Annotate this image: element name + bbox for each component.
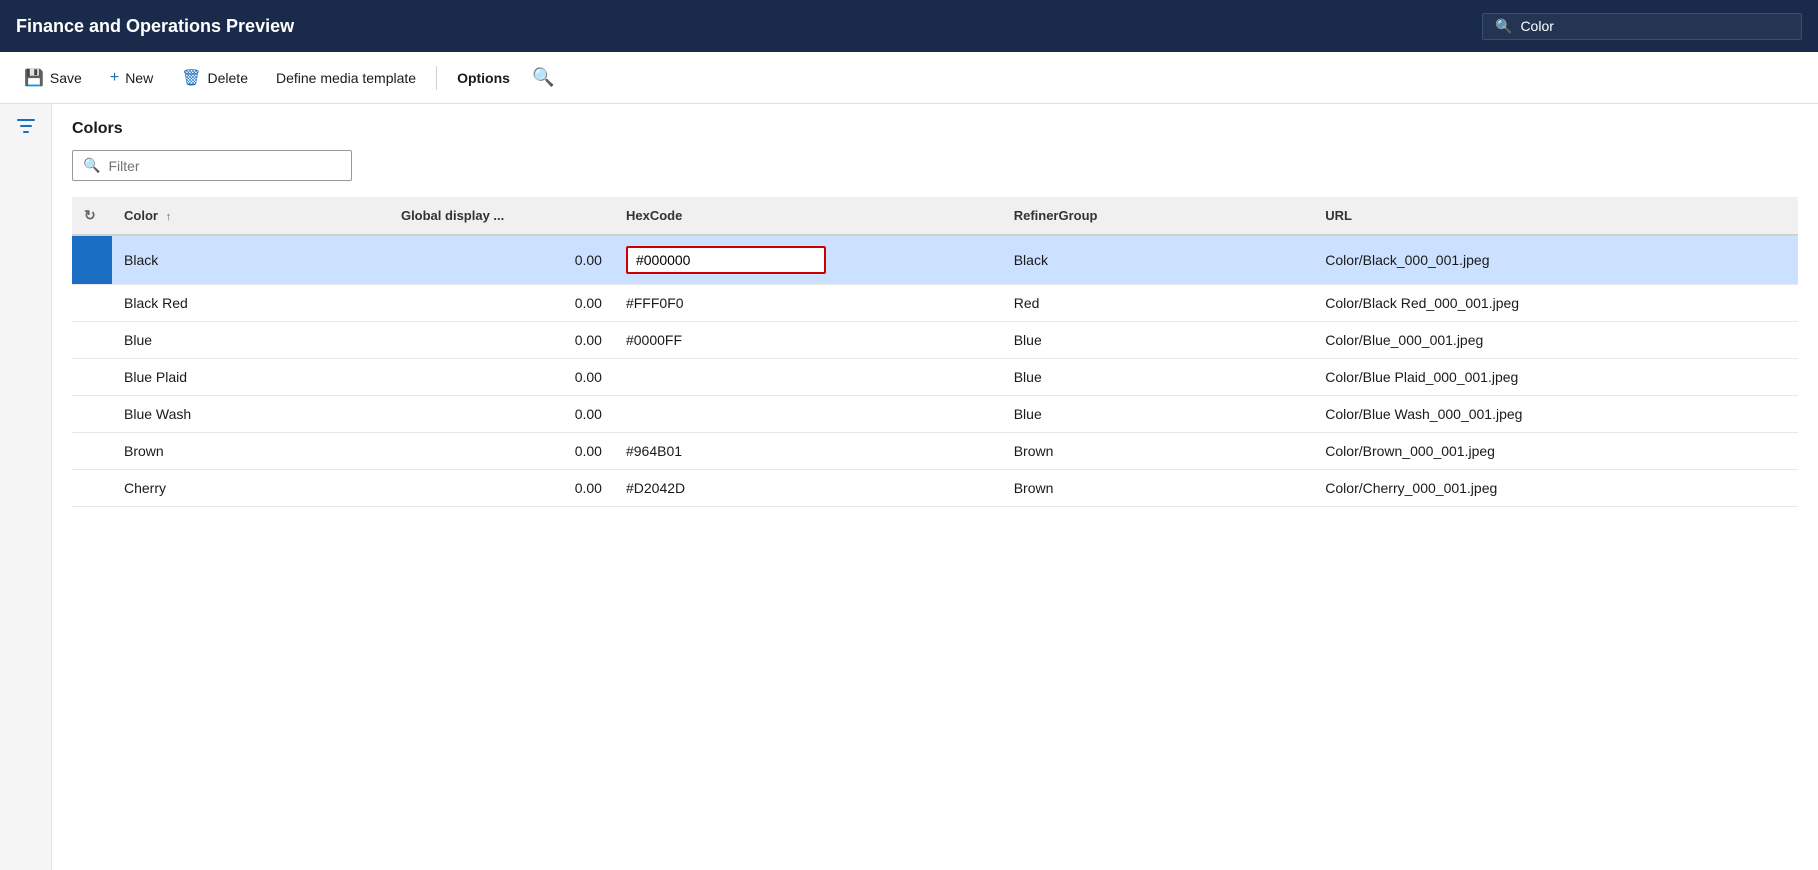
th-color-label: Color <box>124 208 158 223</box>
cell-color: Blue Plaid <box>112 359 389 396</box>
cell-url: Color/Blue_000_001.jpeg <box>1313 322 1798 359</box>
table-row[interactable]: Black Red0.00#FFF0F0RedColor/Black Red_0… <box>72 285 1798 322</box>
filter-icon[interactable] <box>16 116 36 142</box>
row-indicator <box>72 433 112 470</box>
th-color[interactable]: Color ↑ <box>112 197 389 235</box>
cell-url: Color/Brown_000_001.jpeg <box>1313 433 1798 470</box>
cell-refiner: Blue <box>1002 359 1314 396</box>
cell-global: 0.00 <box>389 285 614 322</box>
app-title: Finance and Operations Preview <box>16 16 294 37</box>
global-search-input[interactable] <box>1520 18 1789 34</box>
table-row[interactable]: Brown0.00#964B01BrownColor/Brown_000_001… <box>72 433 1798 470</box>
table-row[interactable]: Black0.00BlackColor/Black_000_001.jpeg <box>72 235 1798 285</box>
th-url-label: URL <box>1325 208 1352 223</box>
delete-button[interactable]: 🗑 Delete <box>169 62 260 94</box>
cell-global: 0.00 <box>389 433 614 470</box>
cell-url: Color/Black Red_000_001.jpeg <box>1313 285 1798 322</box>
cell-hexcode: #0000FF <box>614 322 1002 359</box>
row-indicator <box>72 470 112 507</box>
plus-icon: + <box>110 69 119 87</box>
cell-global: 0.00 <box>389 359 614 396</box>
table-row[interactable]: Blue Plaid0.00 BlueColor/Blue Plaid_000_0… <box>72 359 1798 396</box>
cell-hexcode: #964B01 <box>614 433 1002 470</box>
cell-color: Brown <box>112 433 389 470</box>
delete-icon: 🗑 <box>181 68 201 88</box>
cell-color: Blue <box>112 322 389 359</box>
cell-hexcode <box>614 359 1002 396</box>
cell-global: 0.00 <box>389 235 614 285</box>
search-icon: 🔍 <box>1495 18 1512 35</box>
options-label: Options <box>457 70 510 86</box>
th-hexcode-label: HexCode <box>626 208 682 223</box>
cell-global: 0.00 <box>389 396 614 433</box>
colors-table: ↻ Color ↑ Global display ... HexCode Ref… <box>72 197 1798 507</box>
cell-color: Black <box>112 235 389 285</box>
cell-hexcode <box>614 396 1002 433</box>
cell-color: Blue Wash <box>112 396 389 433</box>
th-refiner: RefinerGroup <box>1002 197 1314 235</box>
table-row[interactable]: Blue Wash0.00 BlueColor/Blue Wash_000_001… <box>72 396 1798 433</box>
th-url: URL <box>1313 197 1798 235</box>
cell-global: 0.00 <box>389 322 614 359</box>
refresh-icon[interactable]: ↻ <box>84 207 96 223</box>
new-button[interactable]: + New <box>98 63 165 93</box>
save-label: Save <box>50 70 82 86</box>
row-indicator <box>72 359 112 396</box>
filter-search-icon: 🔍 <box>83 157 100 174</box>
save-button[interactable]: 💾 Save <box>12 62 94 94</box>
section-title: Colors <box>72 120 1798 138</box>
save-icon: 💾 <box>24 68 44 88</box>
th-refresh[interactable]: ↻ <box>72 197 112 235</box>
delete-label: Delete <box>208 70 248 86</box>
cell-hexcode: #D2042D <box>614 470 1002 507</box>
filter-input[interactable] <box>108 158 341 174</box>
th-hexcode: HexCode <box>614 197 1002 235</box>
top-bar: Finance and Operations Preview 🔍 <box>0 0 1818 52</box>
cell-global: 0.00 <box>389 470 614 507</box>
global-search[interactable]: 🔍 <box>1482 13 1802 40</box>
new-label: New <box>125 70 153 86</box>
cell-refiner: Red <box>1002 285 1314 322</box>
cell-hexcode: #FFF0F0 <box>614 285 1002 322</box>
cell-url: Color/Blue Wash_000_001.jpeg <box>1313 396 1798 433</box>
row-indicator <box>72 235 112 285</box>
table-row[interactable]: Blue0.00#0000FFBlueColor/Blue_000_001.jp… <box>72 322 1798 359</box>
th-global-label: Global display ... <box>401 208 504 223</box>
toolbar-search-icon[interactable]: 🔍 <box>526 61 560 94</box>
cell-url: Color/Black_000_001.jpeg <box>1313 235 1798 285</box>
toolbar-separator <box>436 66 437 90</box>
cell-color: Black Red <box>112 285 389 322</box>
main-area: Colors 🔍 ↻ Color ↑ Global display ... <box>0 104 1818 870</box>
sidebar <box>0 104 52 870</box>
cell-refiner: Brown <box>1002 470 1314 507</box>
sort-arrow-icon: ↑ <box>166 211 172 223</box>
th-global: Global display ... <box>389 197 614 235</box>
content-area: Colors 🔍 ↻ Color ↑ Global display ... <box>52 104 1818 870</box>
options-button[interactable]: Options <box>445 64 522 92</box>
cell-url: Color/Blue Plaid_000_001.jpeg <box>1313 359 1798 396</box>
table-row[interactable]: Cherry0.00#D2042DBrownColor/Cherry_000_0… <box>72 470 1798 507</box>
cell-hexcode[interactable] <box>614 235 1002 285</box>
row-indicator <box>72 396 112 433</box>
cell-refiner: Blue <box>1002 322 1314 359</box>
cell-color: Cherry <box>112 470 389 507</box>
cell-refiner: Black <box>1002 235 1314 285</box>
toolbar: 💾 Save + New 🗑 Delete Define media templ… <box>0 52 1818 104</box>
row-indicator <box>72 322 112 359</box>
cell-refiner: Brown <box>1002 433 1314 470</box>
filter-box[interactable]: 🔍 <box>72 150 352 181</box>
define-media-label: Define media template <box>276 70 416 86</box>
cell-url: Color/Cherry_000_001.jpeg <box>1313 470 1798 507</box>
table-header-row: ↻ Color ↑ Global display ... HexCode Ref… <box>72 197 1798 235</box>
cell-refiner: Blue <box>1002 396 1314 433</box>
th-refiner-label: RefinerGroup <box>1014 208 1098 223</box>
hexcode-edit-input[interactable] <box>626 246 826 274</box>
define-media-button[interactable]: Define media template <box>264 64 428 92</box>
row-indicator <box>72 285 112 322</box>
